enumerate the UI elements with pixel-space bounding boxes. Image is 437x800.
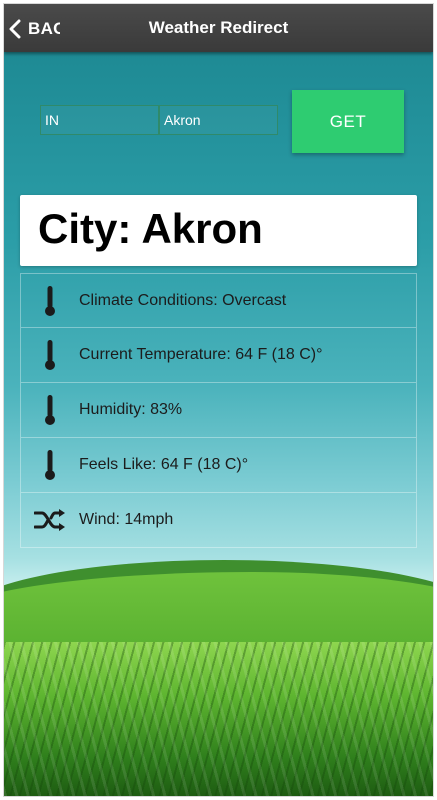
list-item-current-temperature: Current Temperature: 64 F (18 C)° [20, 328, 417, 383]
thermometer-icon [45, 285, 55, 316]
thermometer-icon [45, 395, 55, 425]
conditions-list: Climate Conditions: Overcast Current Tem… [20, 273, 417, 548]
list-item-climate-conditions: Climate Conditions: Overcast [20, 273, 417, 328]
state-input[interactable] [40, 105, 159, 135]
city-name-heading: City: Akron [38, 205, 263, 252]
header-bar: BACK Weather Redirect [4, 4, 433, 52]
list-item-wind: Wind: 14mph [20, 493, 417, 548]
app-frame: BACK Weather Redirect GET City: Akron Cl… [4, 4, 433, 796]
list-item-feels-like: Feels Like: 64 F (18 C)° [20, 438, 417, 493]
background-grass [4, 642, 433, 796]
shuffle-icon [34, 509, 65, 531]
wind-text: Wind: 14mph [79, 511, 174, 528]
feels-like-text: Feels Like: 64 F (18 C)° [79, 456, 249, 473]
city-input[interactable] [159, 105, 278, 135]
get-button[interactable]: GET [292, 90, 404, 153]
city-card: City: Akron [20, 195, 417, 266]
list-item-humidity: Humidity: 83% [20, 383, 417, 438]
current-temperature-text: Current Temperature: 64 F (18 C)° [79, 346, 323, 363]
humidity-text: Humidity: 83% [79, 401, 183, 418]
climate-conditions-text: Climate Conditions: Overcast [79, 291, 287, 309]
thermometer-icon [45, 450, 55, 480]
page-title: Weather Redirect [148, 18, 289, 37]
thermometer-icon [45, 340, 55, 370]
